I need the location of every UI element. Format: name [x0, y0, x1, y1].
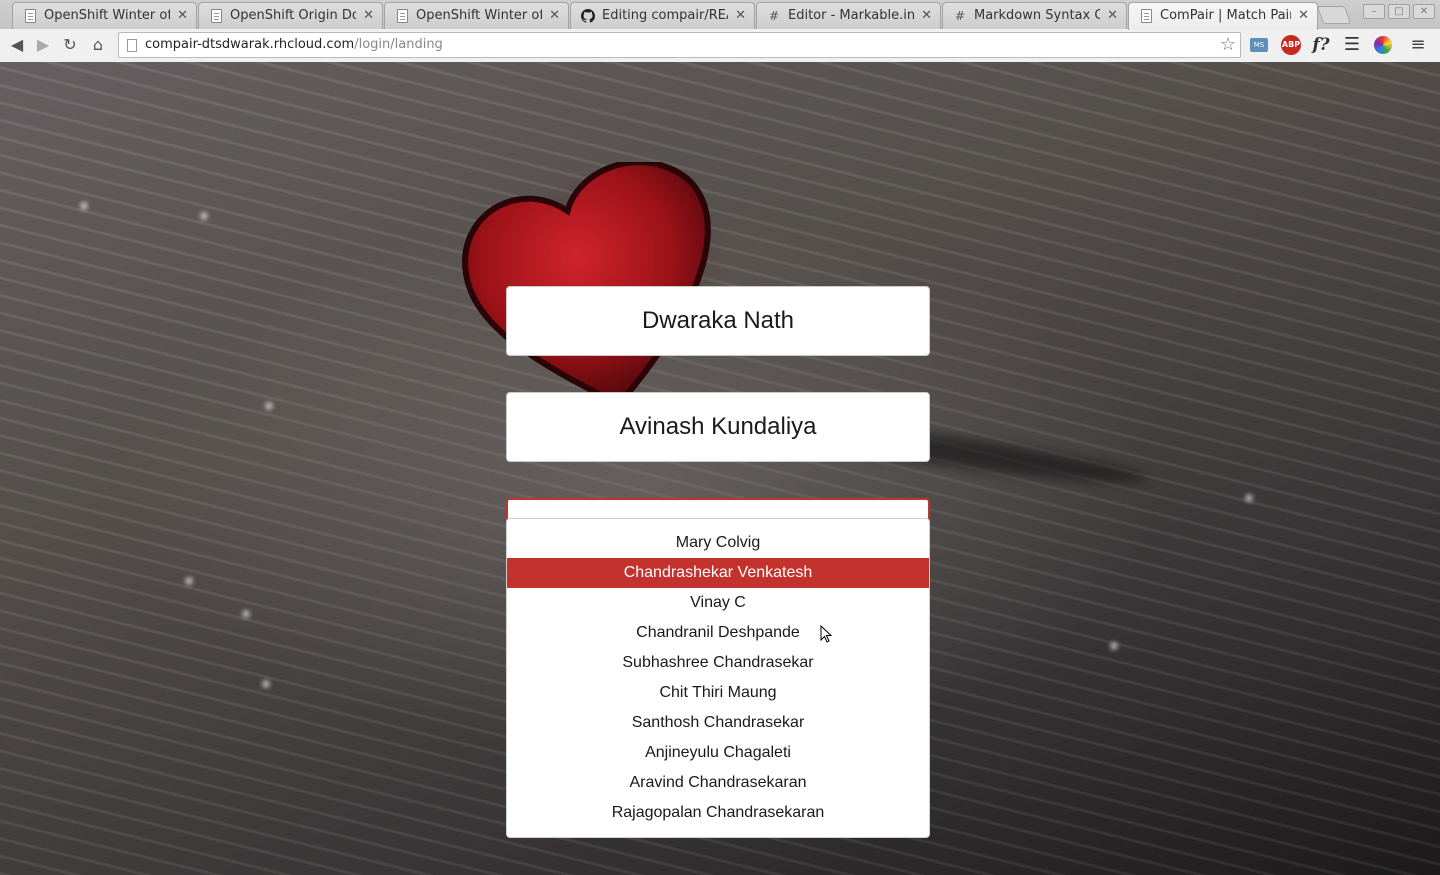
suggestion-option[interactable]: Chit Thiri Maung	[507, 678, 929, 708]
color-wheel-icon[interactable]	[1374, 36, 1392, 54]
forward-icon[interactable]: ▶	[31, 33, 55, 57]
suggestion-option[interactable]: Santhosh Chandrasekar	[507, 708, 929, 738]
url-path: /login/landing	[354, 37, 443, 52]
tab-title: Editing compair/READ	[602, 8, 728, 23]
dust-speck	[80, 202, 88, 210]
browser-tab[interactable]: Editing compair/READ ✕	[570, 2, 755, 29]
bookmark-star-icon[interactable]: ☆	[1220, 34, 1236, 55]
suggestion-dropdown: Mary Colvig Chandrashekar Venkatesh Vina…	[506, 518, 930, 838]
name-field-1-value: Dwaraka Nath	[641, 307, 795, 334]
dust-speck	[200, 212, 208, 220]
suggestion-option[interactable]: Chandranil Deshpande	[507, 618, 929, 648]
tab-title: OpenShift Winter of Co	[416, 8, 542, 23]
suggestion-option[interactable]: Aravind Chandrasekaran	[507, 768, 929, 798]
close-icon[interactable]: ✕	[177, 3, 188, 28]
page-icon	[211, 9, 222, 23]
browser-tab[interactable]: OpenShift Origin Docu ✕	[198, 2, 383, 29]
dust-speck	[1110, 642, 1118, 650]
adblock-icon[interactable]: ABP	[1281, 35, 1301, 55]
hash-icon: #	[954, 9, 966, 23]
page-icon	[25, 9, 36, 23]
dust-speck	[242, 610, 250, 618]
suggestion-option[interactable]: Subhashree Chandrasekar	[507, 648, 929, 678]
browser-tab[interactable]: # Editor - Markable.in ✕	[756, 2, 941, 29]
page-icon	[397, 9, 408, 23]
dust-speck	[265, 402, 273, 410]
tab-title: Editor - Markable.in	[788, 8, 914, 23]
close-icon[interactable]: ✕	[363, 3, 374, 28]
browser-toolbar: ◀ ▶ ↻ ⌂ compair-dtsdwarak.rhcloud.com/lo…	[0, 29, 1440, 62]
page-icon	[127, 39, 137, 52]
tab-title: OpenShift Origin Docu	[230, 8, 356, 23]
browser-chrome: OpenShift Winter of Co ✕ OpenShift Origi…	[0, 0, 1440, 62]
tab-title: ComPair | Match Pairs	[1160, 8, 1291, 23]
suggestion-option[interactable]: Rajagopalan Chandrasekaran	[507, 798, 929, 828]
f-question-icon[interactable]: f?	[1309, 33, 1333, 57]
browser-tab-active[interactable]: ComPair | Match Pairs ✕	[1128, 2, 1318, 30]
tab-title: Markdown Syntax Che	[974, 8, 1100, 23]
browser-tab[interactable]: OpenShift Winter of Co ✕	[12, 2, 197, 29]
dust-speck	[262, 680, 270, 688]
window-close-icon[interactable]: ✕	[1413, 4, 1435, 19]
reload-icon[interactable]: ↻	[58, 33, 82, 57]
browser-tab[interactable]: OpenShift Winter of Co ✕	[384, 2, 569, 29]
close-icon[interactable]: ✕	[1107, 3, 1118, 28]
github-icon	[581, 9, 595, 23]
dust-speck	[1245, 494, 1253, 502]
hash-icon: #	[768, 9, 780, 23]
close-icon[interactable]: ✕	[921, 3, 932, 28]
ms-icon[interactable]: MS	[1250, 38, 1268, 52]
close-icon[interactable]: ✕	[549, 3, 560, 28]
back-icon[interactable]: ◀	[5, 33, 29, 57]
name-field-2[interactable]: Avinash Kundaliya	[506, 392, 930, 462]
name-field-1[interactable]: Dwaraka Nath	[506, 286, 930, 356]
new-tab-button[interactable]	[1316, 6, 1352, 24]
tab-title: OpenShift Winter of Co	[44, 8, 170, 23]
layers-icon[interactable]: ☰	[1340, 33, 1364, 57]
maximize-icon[interactable]: □	[1388, 4, 1410, 19]
browser-tab[interactable]: # Markdown Syntax Che ✕	[942, 2, 1127, 29]
address-bar[interactable]: compair-dtsdwarak.rhcloud.com/login/land…	[118, 32, 1241, 58]
name-field-2-value: Avinash Kundaliya	[619, 413, 817, 440]
suggestion-option[interactable]: Anjineyulu Chagaleti	[507, 738, 929, 768]
mouse-cursor-icon	[820, 625, 832, 643]
home-icon[interactable]: ⌂	[86, 33, 110, 57]
close-icon[interactable]: ✕	[735, 3, 746, 28]
close-icon[interactable]: ✕	[1298, 3, 1309, 28]
tab-strip: OpenShift Winter of Co ✕ OpenShift Origi…	[0, 0, 1440, 30]
suggestion-option[interactable]: Vinay C	[507, 588, 929, 618]
url-host: compair-dtsdwarak.rhcloud.com	[145, 37, 355, 52]
minimize-icon[interactable]: –	[1363, 4, 1385, 19]
suggestion-option-highlighted[interactable]: Chandrashekar Venkatesh	[507, 558, 929, 588]
url-text: compair-dtsdwarak.rhcloud.com/login/land…	[145, 37, 443, 52]
page-icon	[1141, 9, 1152, 23]
suggestion-option[interactable]: Mary Colvig	[507, 528, 929, 558]
dust-speck	[185, 577, 193, 585]
menu-icon[interactable]: ≡	[1406, 33, 1430, 57]
